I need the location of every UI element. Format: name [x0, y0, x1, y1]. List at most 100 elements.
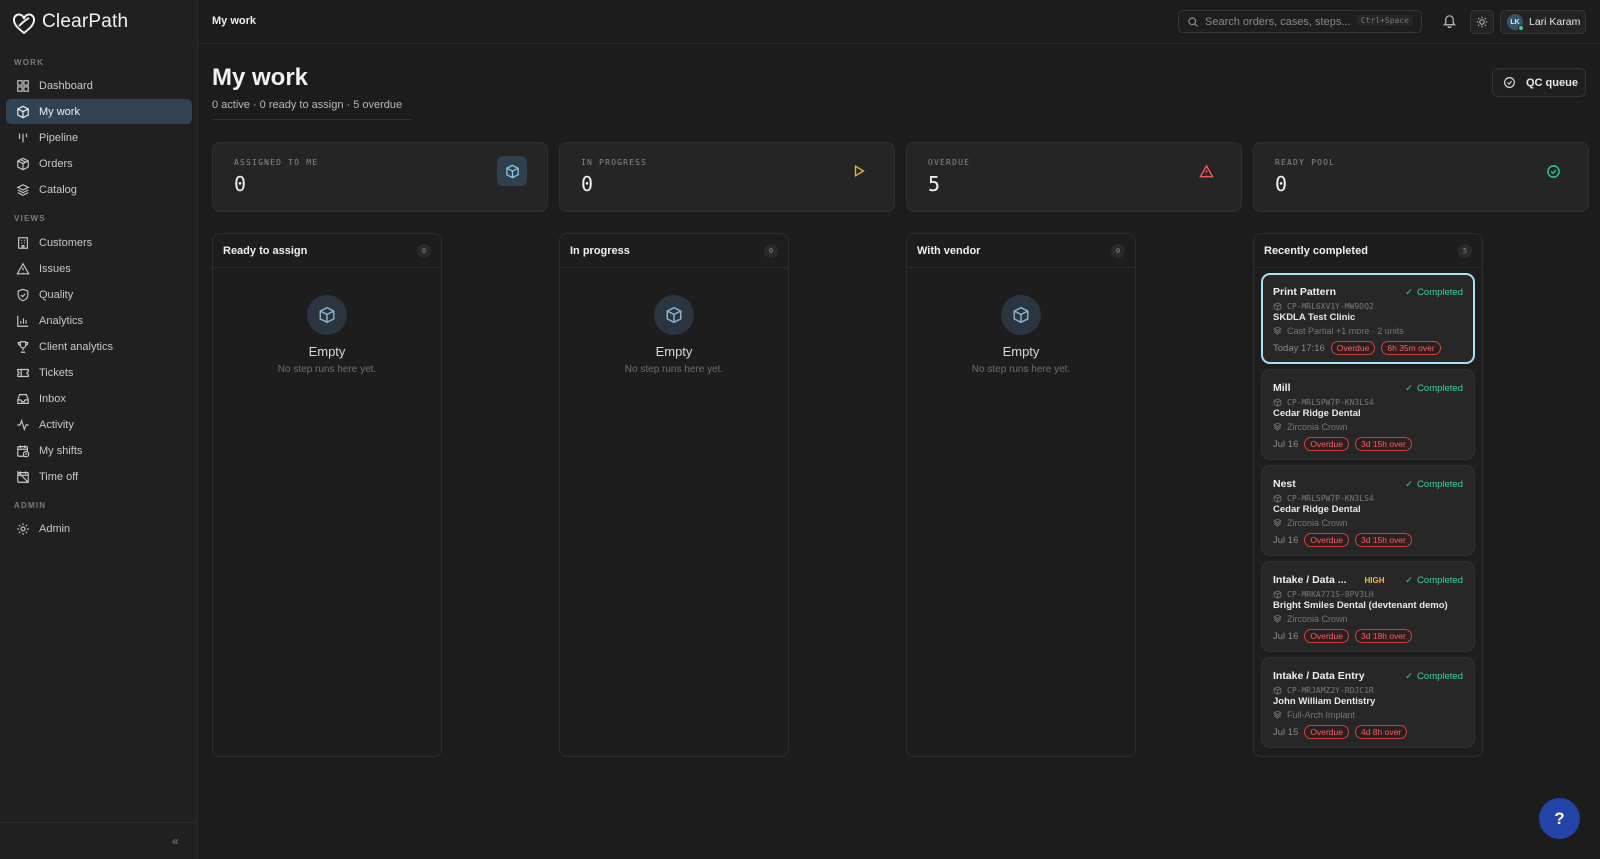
check-icon: ✓ — [1405, 382, 1414, 394]
clearpath-logo-icon — [13, 13, 35, 35]
sidebar-item-pipeline[interactable]: Pipeline — [6, 125, 192, 150]
qc-queue-button[interactable]: QC queue — [1492, 68, 1586, 97]
user-menu-button[interactable]: LK Lari Karam — [1500, 10, 1586, 34]
sidebar-item-my-shifts[interactable]: My shifts — [6, 438, 192, 463]
empty-title: Empty — [655, 344, 693, 359]
sidebar-item-customers[interactable]: Customers — [6, 230, 192, 255]
layers-icon — [16, 183, 30, 196]
sidebar-item-label: Tickets — [39, 366, 74, 379]
over-time-badge: 3d 15h over — [1354, 533, 1412, 547]
sidebar-footer: « — [0, 822, 198, 859]
sidebar-item-dashboard[interactable]: Dashboard — [6, 73, 192, 98]
column-count: 5 — [1458, 243, 1472, 258]
overdue-badge: Overdue — [1304, 437, 1349, 451]
over-time-badge: 3d 18h over — [1354, 629, 1412, 643]
top-bar: My work Search orders, cases, steps... C… — [198, 0, 1600, 44]
sidebar-item-issues[interactable]: Issues — [6, 256, 192, 281]
check-icon: ✓ — [1405, 478, 1414, 490]
sidebar-item-label: Client analytics — [39, 340, 113, 353]
building-icon — [18, 236, 28, 249]
product-name: Zirconia Crown — [1287, 517, 1348, 528]
priority-badge: HIGH — [1364, 575, 1385, 585]
stat-value: 0 — [581, 172, 594, 196]
stat-label: IN PROGRESS — [581, 158, 648, 167]
completed-date: Jul 16 — [1273, 630, 1299, 642]
notifications-button[interactable] — [1442, 13, 1457, 28]
column-in-progress: In progress 0 Empty No step runs here ye… — [559, 233, 789, 757]
nav-section-views: VIEWS — [14, 214, 46, 223]
bar-chart-icon — [17, 315, 29, 327]
column-title: With vendor — [917, 244, 981, 257]
sidebar-item-catalog[interactable]: Catalog — [6, 177, 192, 202]
logo[interactable]: ClearPath — [10, 8, 128, 36]
trophy-icon — [17, 340, 29, 353]
sidebar-item-label: Orders — [39, 157, 73, 170]
theme-toggle-button[interactable] — [1470, 10, 1494, 34]
sidebar-item-label: Catalog — [39, 183, 77, 196]
empty-state: Empty No step runs here yet. — [907, 295, 1135, 375]
gear-icon — [17, 522, 29, 535]
calendar-off-icon — [16, 470, 30, 483]
sidebar-item-label: Analytics — [39, 314, 84, 327]
warning-icon — [1191, 156, 1221, 186]
empty-subtitle: No step runs here yet. — [624, 364, 724, 375]
overdue-badge: Overdue — [1304, 725, 1349, 739]
sidebar-item-label: Customers — [39, 236, 93, 249]
check-circle-icon — [1538, 156, 1568, 186]
calendar-clock-icon — [17, 444, 30, 457]
collapse-sidebar-icon[interactable]: « — [172, 834, 179, 848]
search-shortcut-hint: Ctrl+Space — [1356, 15, 1413, 26]
avatar-initials: LK — [1510, 18, 1520, 26]
empty-title: Empty — [308, 344, 346, 359]
empty-subtitle: No step runs here yet. — [277, 364, 377, 375]
sidebar-item-activity[interactable]: Activity — [6, 412, 192, 437]
over-time-badge: 4d 8h over — [1354, 725, 1408, 739]
completed-step-card[interactable]: Print Pattern ✓ Completed CP-MRL6XV1Y-MW9… — [1261, 273, 1475, 364]
stat-card-overdue: OVERDUE 5 — [906, 142, 1242, 212]
status-completed: ✓ Completed — [1405, 286, 1463, 298]
sidebar-item-client-analytics[interactable]: Client analytics — [6, 334, 192, 359]
package-icon — [1273, 686, 1282, 695]
help-button[interactable]: ? — [1539, 798, 1580, 839]
online-status-dot — [1518, 25, 1524, 31]
completed-step-card[interactable]: Intake / Data ... HIGH ✓ Completed CP-MRK… — [1261, 561, 1475, 652]
layers-icon — [1273, 710, 1282, 719]
completed-step-card[interactable]: Mill ✓ Completed CP-MRL5PW7P-KN3LS4 Cedar… — [1261, 369, 1475, 460]
check-icon: ✓ — [1405, 670, 1414, 682]
completed-date: Today 17:16 — [1273, 342, 1325, 354]
empty-subtitle: No step runs here yet. — [971, 364, 1071, 375]
sidebar-item-inbox[interactable]: Inbox — [6, 386, 192, 411]
status-completed: ✓ Completed — [1405, 382, 1463, 394]
ticket-icon — [17, 368, 29, 377]
sidebar-item-time-off[interactable]: Time off — [6, 464, 192, 489]
sidebar: ClearPath WORK Dashboard My work Pipelin… — [0, 0, 198, 859]
package-icon — [17, 157, 29, 170]
sidebar-item-label: Quality — [39, 288, 74, 301]
sidebar-item-orders[interactable]: Orders — [6, 151, 192, 176]
pipeline-icon — [18, 133, 28, 142]
clinic-name: John William Dentistry — [1273, 696, 1376, 707]
search-input[interactable]: Search orders, cases, steps... Ctrl+Spac… — [1178, 10, 1422, 33]
completed-step-card[interactable]: Intake / Data Entry ✓ Completed CP-MRJAMZ… — [1261, 657, 1475, 748]
stat-value: 0 — [1275, 172, 1288, 196]
case-code: CP-MRKA771S-8PV3LH — [1287, 590, 1374, 599]
bell-icon — [1442, 15, 1457, 28]
box-icon — [307, 295, 347, 335]
stat-card-assigned: ASSIGNED TO ME 0 — [212, 142, 548, 212]
column-title: In progress — [570, 244, 630, 257]
sidebar-item-label: Inbox — [39, 392, 66, 405]
sidebar-item-label: My work — [39, 105, 80, 118]
completed-date: Jul 16 — [1273, 438, 1299, 450]
clinic-name: Cedar Ridge Dental — [1273, 504, 1361, 515]
completed-step-card[interactable]: Nest ✓ Completed CP-MRL5PW7P-KN3LS4 Cedar… — [1261, 465, 1475, 556]
package-icon — [1273, 590, 1282, 599]
activity-icon — [17, 418, 29, 431]
sidebar-item-my-work[interactable]: My work — [6, 99, 192, 124]
sidebar-item-tickets[interactable]: Tickets — [6, 360, 192, 385]
package-icon — [1273, 398, 1282, 407]
sidebar-item-analytics[interactable]: Analytics — [6, 308, 192, 333]
sidebar-item-quality[interactable]: Quality — [6, 282, 192, 307]
sidebar-item-admin[interactable]: Admin — [6, 516, 192, 541]
empty-state: Empty No step runs here yet. — [560, 295, 788, 375]
layers-icon — [1273, 326, 1282, 335]
